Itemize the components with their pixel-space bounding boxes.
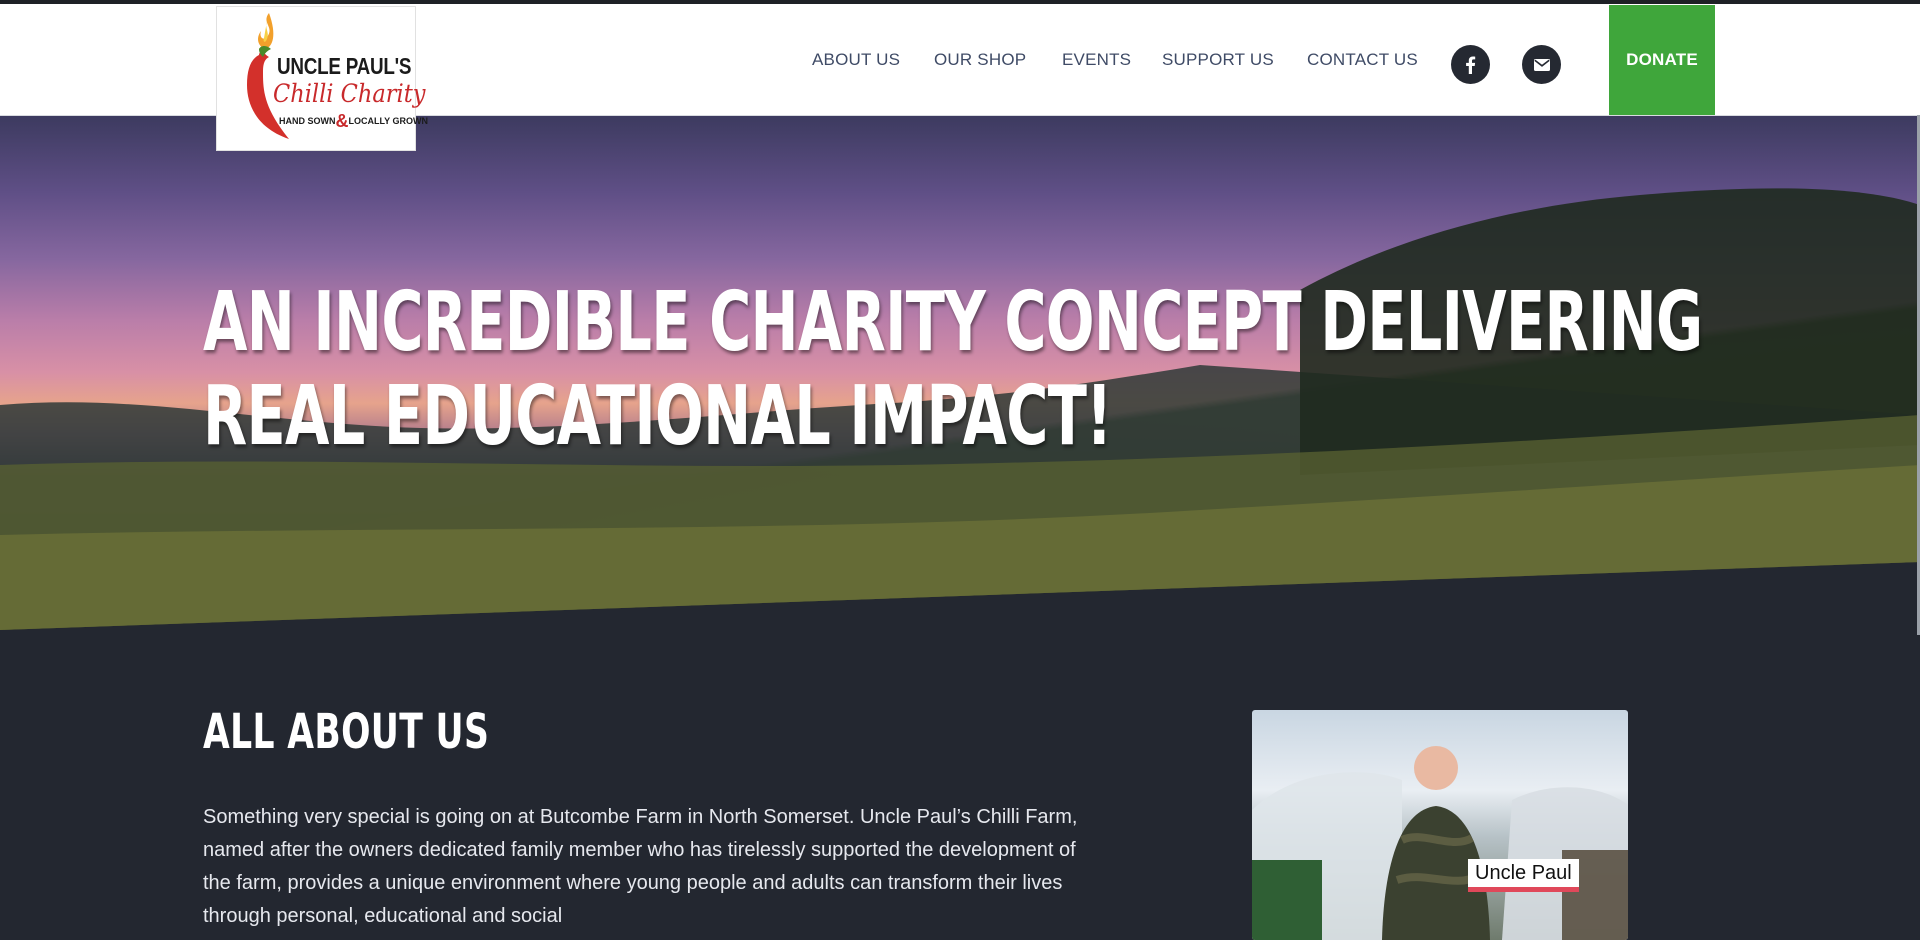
photo-caption: Uncle Paul	[1468, 859, 1579, 892]
nav-our-shop[interactable]: OUR SHOP	[934, 50, 1026, 80]
nav-contact-us[interactable]: CONTACT US	[1307, 50, 1418, 80]
nav-events[interactable]: EVENTS	[1062, 50, 1131, 80]
about-heading: ALL ABOUT US	[203, 704, 490, 760]
email-button[interactable]	[1522, 45, 1561, 84]
hero-heading-line2: REAL EDUCATIONAL IMPACT!	[203, 369, 1112, 464]
hero-heading: AN INCREDIBLE CHARITY CONCEPT DELIVERING…	[203, 275, 1703, 464]
nav-about-us[interactable]: ABOUT US	[812, 50, 900, 80]
logo-line-uncle-pauls: UNCLE PAUL'S	[277, 53, 412, 79]
donate-button[interactable]: DONATE	[1609, 5, 1715, 115]
logo-ampersand: &	[335, 111, 349, 131]
facebook-button[interactable]	[1451, 45, 1490, 84]
facebook-icon	[1466, 56, 1476, 74]
logo-tagline-part1: HAND SOWN	[279, 116, 336, 126]
logo-tagline: HAND SOWN&LOCALLY GROWN	[279, 111, 428, 132]
about-paragraph: Something very special is going on at Bu…	[203, 806, 1078, 927]
top-border	[0, 0, 1920, 4]
uncle-paul-photo	[1252, 710, 1628, 940]
envelope-icon	[1533, 58, 1550, 71]
photo-scene	[1252, 746, 1628, 940]
nav-support-us[interactable]: SUPPORT US	[1162, 50, 1274, 80]
hero-banner: AN INCREDIBLE CHARITY CONCEPT DELIVERING…	[0, 115, 1920, 630]
site-logo[interactable]: UNCLE PAUL'S Chilli Charity HAND SOWN&LO…	[216, 6, 428, 151]
logo-line-chilli-charity: Chilli Charity	[273, 79, 426, 108]
hero-heading-line1: AN INCREDIBLE CHARITY CONCEPT DELIVERING	[203, 275, 1703, 370]
logo-tagline-part2: LOCALLY GROWN	[348, 116, 429, 126]
